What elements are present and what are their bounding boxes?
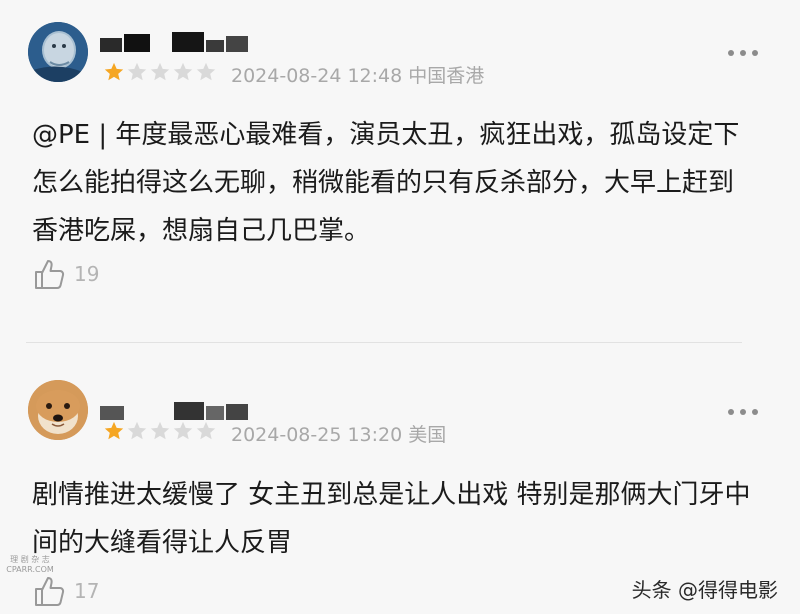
star-empty-icon xyxy=(127,421,147,440)
avatar[interactable] xyxy=(28,22,88,82)
star-empty-icon xyxy=(173,421,193,440)
review-location: 中国香港 xyxy=(408,65,485,87)
more-dots-icon[interactable] xyxy=(728,407,758,417)
review-text: @PE | 年度最恶心最难看，演员太丑，疯狂出戏，孤岛设定下怎么能拍得这么无聊，… xyxy=(32,120,740,246)
review-date: 2024-08-25 13:20 xyxy=(231,424,403,446)
star-empty-icon xyxy=(173,62,193,81)
watermark-url: CPARR.COM xyxy=(6,565,54,574)
star-empty-icon xyxy=(196,62,216,81)
rating-stars xyxy=(103,61,217,83)
review-card: 2024-08-24 12:48 中国香港 @PE | 年度最恶心最难看，演员太… xyxy=(0,0,800,343)
review-date: 2024-08-24 12:48 xyxy=(231,65,403,87)
rating-stars xyxy=(103,420,217,442)
avatar[interactable] xyxy=(28,380,88,440)
star-empty-icon xyxy=(150,62,170,81)
watermark-text: 理 剧 杂 志 xyxy=(10,555,50,564)
star-empty-icon xyxy=(127,62,147,81)
star-filled-icon xyxy=(104,421,124,440)
thumbs-up-icon xyxy=(35,577,65,606)
divider xyxy=(26,342,742,343)
source-watermark: 理 剧 杂 志 CPARR.COM xyxy=(4,555,56,575)
review-text: 剧情推进太缓慢了 女主丑到总是让人出戏 特别是那俩大门牙中间的大缝看得让人反胃 xyxy=(32,480,751,558)
star-filled-icon xyxy=(104,62,124,81)
redacted-username xyxy=(100,32,248,52)
star-empty-icon xyxy=(150,421,170,440)
like-count: 19 xyxy=(74,262,100,286)
author-watermark: 头条 @得得电影 xyxy=(631,578,778,602)
like-button[interactable]: 19 xyxy=(32,257,99,291)
like-button[interactable]: 17 xyxy=(32,574,99,608)
review-meta: 2024-08-25 13:20 美国 xyxy=(231,420,446,447)
more-dots-icon[interactable] xyxy=(728,48,758,58)
redacted-username xyxy=(100,402,248,420)
thumbs-up-icon xyxy=(35,260,65,289)
review-meta: 2024-08-24 12:48 中国香港 xyxy=(231,61,484,88)
review-location: 美国 xyxy=(408,424,447,446)
star-empty-icon xyxy=(196,421,216,440)
like-count: 17 xyxy=(74,579,100,603)
